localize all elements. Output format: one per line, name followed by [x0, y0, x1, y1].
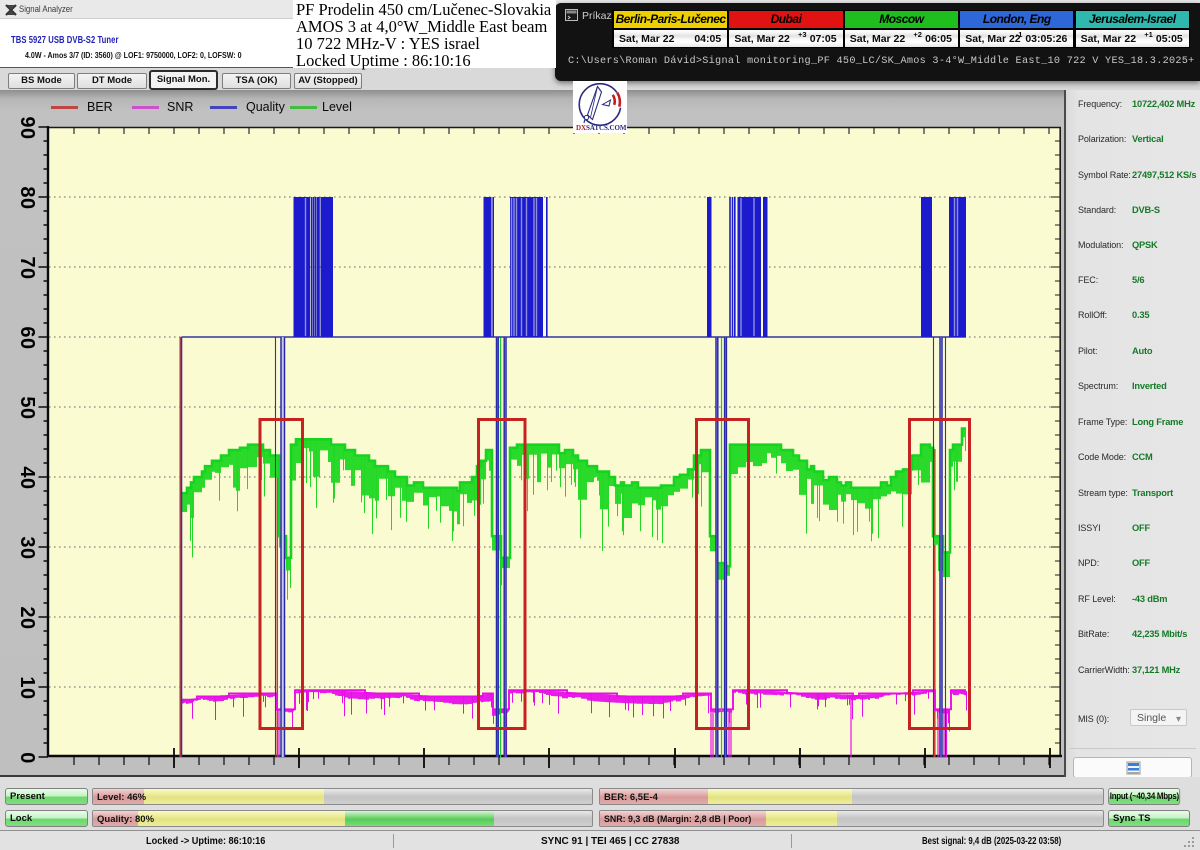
svg-text:DXSATCS.COM: DXSATCS.COM [576, 124, 627, 132]
